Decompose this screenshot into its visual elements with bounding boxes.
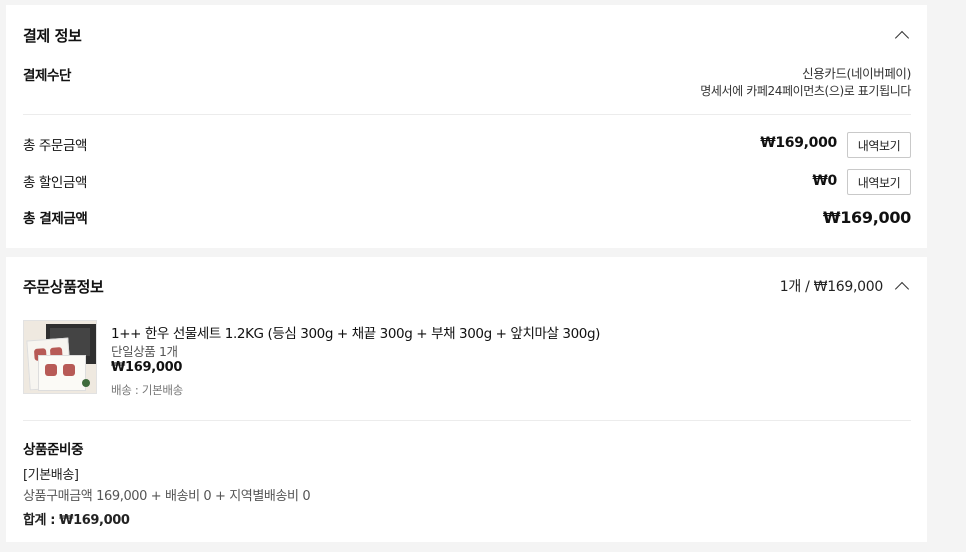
divider: [23, 420, 911, 421]
payment-info-section: 결제 정보 결제수단 신용카드(네이버페이) 명세서에 카페24페이먼츠(으)로…: [6, 5, 927, 248]
product-name-link[interactable]: 1++ 한우 선물세트 1.2KG (등심 300g + 채끝 300g + 부…: [111, 322, 600, 342]
payment-method-label: 결제수단: [23, 68, 72, 84]
order-sum-value: ₩169,000: [59, 513, 130, 528]
order-total-value: ₩169,000: [760, 135, 837, 151]
product-thumbnail[interactable]: [23, 320, 97, 394]
discount-total-label: 총 할인금액: [23, 175, 87, 191]
order-detail-page: 결제 정보 결제수단 신용카드(네이버페이) 명세서에 카페24페이먼츠(으)로…: [0, 0, 966, 552]
chevron-up-icon[interactable]: [894, 30, 910, 46]
payment-total-label: 총 결제금액: [23, 211, 88, 227]
product-shipping: 배송 : 기본배송: [111, 383, 183, 397]
discount-total-value: ₩0: [812, 173, 837, 189]
beef-icon: [45, 364, 57, 376]
order-status: 상품준비중: [23, 442, 84, 458]
payment-section-title: 결제 정보: [23, 27, 82, 45]
shipping-type: [기본배송]: [23, 468, 79, 483]
shipping-fee-breakdown: 상품구매금액 169,000 + 배송비 0 + 지역별배송비 0: [23, 489, 311, 504]
order-total-label: 총 주문금액: [23, 138, 87, 154]
order-summary: 1개 / ₩169,000: [779, 279, 884, 295]
product-option: 단일상품 1개: [111, 344, 178, 359]
order-sum-label: 합계 :: [23, 513, 60, 528]
divider: [23, 114, 911, 115]
product-card-shape: [38, 355, 86, 391]
discount-detail-button[interactable]: 내역보기: [847, 169, 911, 195]
order-detail-button[interactable]: 내역보기: [847, 132, 911, 158]
beef-icon: [63, 364, 75, 376]
order-sum: 합계 : ₩169,000: [23, 509, 130, 528]
brand-logo-icon: [82, 379, 90, 387]
order-section-title: 주문상품정보: [23, 278, 104, 296]
product-price: ₩169,000: [111, 360, 183, 375]
statement-note: 명세서에 카페24페이먼츠(으)로 표기됩니다: [700, 84, 911, 98]
payment-total-value: ₩169,000: [822, 208, 911, 227]
payment-method-value: 신용카드(네이버페이): [802, 66, 911, 81]
order-product-section: 주문상품정보 1개 / ₩169,000 1++ 한우 선물세트 1.2KG (…: [6, 257, 927, 542]
